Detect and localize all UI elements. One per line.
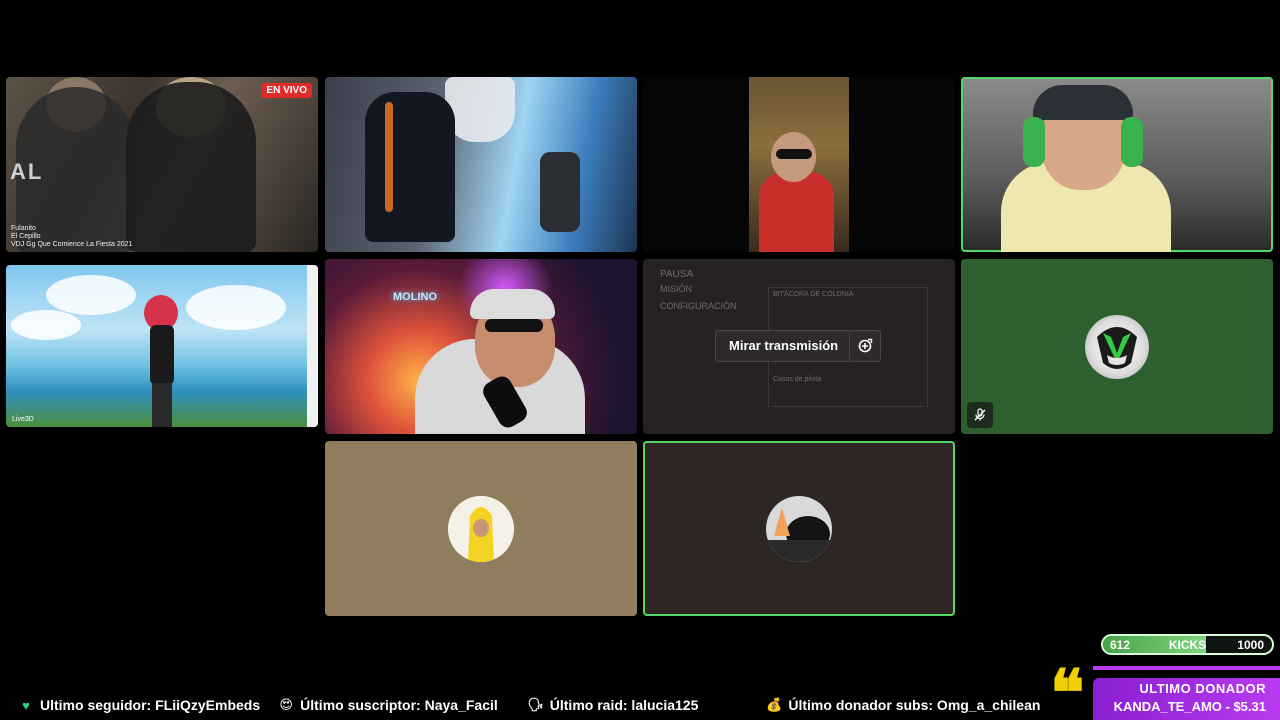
heart-eyes-icon: 😍 [279, 697, 293, 712]
cloud [11, 310, 81, 340]
headset [1023, 117, 1045, 167]
cap [470, 289, 555, 319]
money-bag-icon: 💰 [766, 697, 783, 712]
helmet-icon [1097, 326, 1137, 369]
ghost-subtitle: MISIÓN [660, 284, 693, 294]
popout-button[interactable] [849, 330, 881, 362]
ticker-item-raid: 🗣 Último raid: lalucia125 [528, 697, 699, 713]
headset [1121, 117, 1143, 167]
caption-line: VDJ Gg Que Comience La Fiesta 2021 [11, 241, 133, 248]
ghost-subtitle: CONFIGURACIÓN [660, 301, 737, 311]
participant-tile-10-speaking[interactable] [643, 441, 955, 616]
ghost-title: PAUSA [660, 269, 694, 280]
sunglasses [776, 149, 812, 159]
watch-stream-button[interactable]: Mirar transmisión [715, 330, 853, 362]
banana-avatar [448, 495, 514, 562]
avatar-outfit [150, 325, 174, 385]
ticker-text: Último suscriptor: Naya_Facil [300, 697, 498, 713]
app-sidebar [307, 265, 318, 427]
avatar-legs [152, 383, 172, 427]
ticker-item-follower: ♥ Ultimo seguidor: FLiiQzyEmbeds [18, 697, 260, 713]
heart-icon: ♥ [22, 697, 30, 713]
anime-avatar [144, 295, 184, 427]
kicks-goal: 1000 [1237, 638, 1264, 652]
cloud [46, 275, 136, 315]
ticker-text: Último donador subs: Omg_a_chilean [788, 697, 1041, 713]
video-tile-4-speaking[interactable] [961, 77, 1273, 252]
quote-icon: ❝ [1050, 656, 1085, 720]
participant-tile-9[interactable] [325, 441, 637, 616]
person-body [759, 172, 834, 252]
donor-title: ULTIMO DONADOR [1139, 681, 1266, 696]
caption-line: El Cepillo [11, 233, 41, 240]
live-badge: EN VIVO [261, 83, 312, 98]
room-object [445, 77, 515, 142]
chair-stripe [385, 102, 393, 212]
caption-line: Fulanito [11, 225, 36, 232]
participant-tile-8[interactable] [961, 259, 1273, 434]
ticker-item-subscriber: 😍 Último suscriptor: Naya_Facil [278, 697, 498, 713]
video-tile-6[interactable]: MOLINO [325, 259, 637, 434]
sunglasses [485, 319, 543, 332]
shirt-logo: AL [10, 159, 44, 184]
ticker-text: Ultimo seguidor: FLiiQzyEmbeds [40, 697, 261, 713]
cap [1033, 85, 1133, 120]
ghost-panel-text: Casos de pilota [773, 376, 822, 383]
muted-mic-badge [967, 402, 993, 428]
mic-off-icon [974, 408, 986, 421]
person-silhouette [126, 82, 256, 252]
kicks-goal-bar: KICKS 612 1000 [1101, 634, 1274, 655]
speaking-head-icon: 🗣 [527, 697, 545, 712]
banana-costume-icon [448, 495, 514, 562]
donor-value: KANDA_TE_AMO - $5.31 [1113, 699, 1266, 714]
gaming-chair [365, 92, 455, 242]
cat-avatar [766, 495, 832, 562]
events-ticker: ♥ Ultimo seguidor: FLiiQzyEmbeds 😍 Últim… [0, 690, 1280, 720]
watermark: Live3D [12, 416, 34, 423]
video-tile-1[interactable]: AL EN VIVO Fulanito El Cepillo VDJ Gg Qu… [6, 77, 318, 252]
kicks-current: 612 [1110, 638, 1131, 652]
video-tile-3[interactable] [643, 77, 955, 252]
ghost-panel-title: BITÁCORA DE COLONIA [773, 291, 854, 298]
microphone [540, 152, 580, 232]
neon-sign: MOLINO [393, 291, 437, 303]
popout-icon [858, 338, 873, 353]
video-tile-5-vtuber[interactable]: Live3D [6, 265, 318, 427]
donor-accent-strip [1093, 666, 1280, 670]
ticker-item-donor-subs: 💰 Último donador subs: Omg_a_chilean [766, 697, 1040, 713]
last-donor-box: ULTIMO DONADOR KANDA_TE_AMO - $5.31 [1093, 666, 1280, 720]
portrait-camera-feed [749, 77, 849, 252]
helmet-avatar [1085, 314, 1149, 379]
ticker-text: Último raid: lalucia125 [549, 697, 699, 713]
cat-party-hat-icon [766, 495, 832, 562]
video-tile-2[interactable] [325, 77, 637, 252]
cloud [186, 285, 286, 330]
video-tile-7-paused[interactable]: PAUSA MISIÓN CONFIGURACIÓN BITÁCORA DE C… [643, 259, 955, 434]
song-caption: Fulanito El Cepillo VDJ Gg Que Comience … [11, 225, 132, 249]
